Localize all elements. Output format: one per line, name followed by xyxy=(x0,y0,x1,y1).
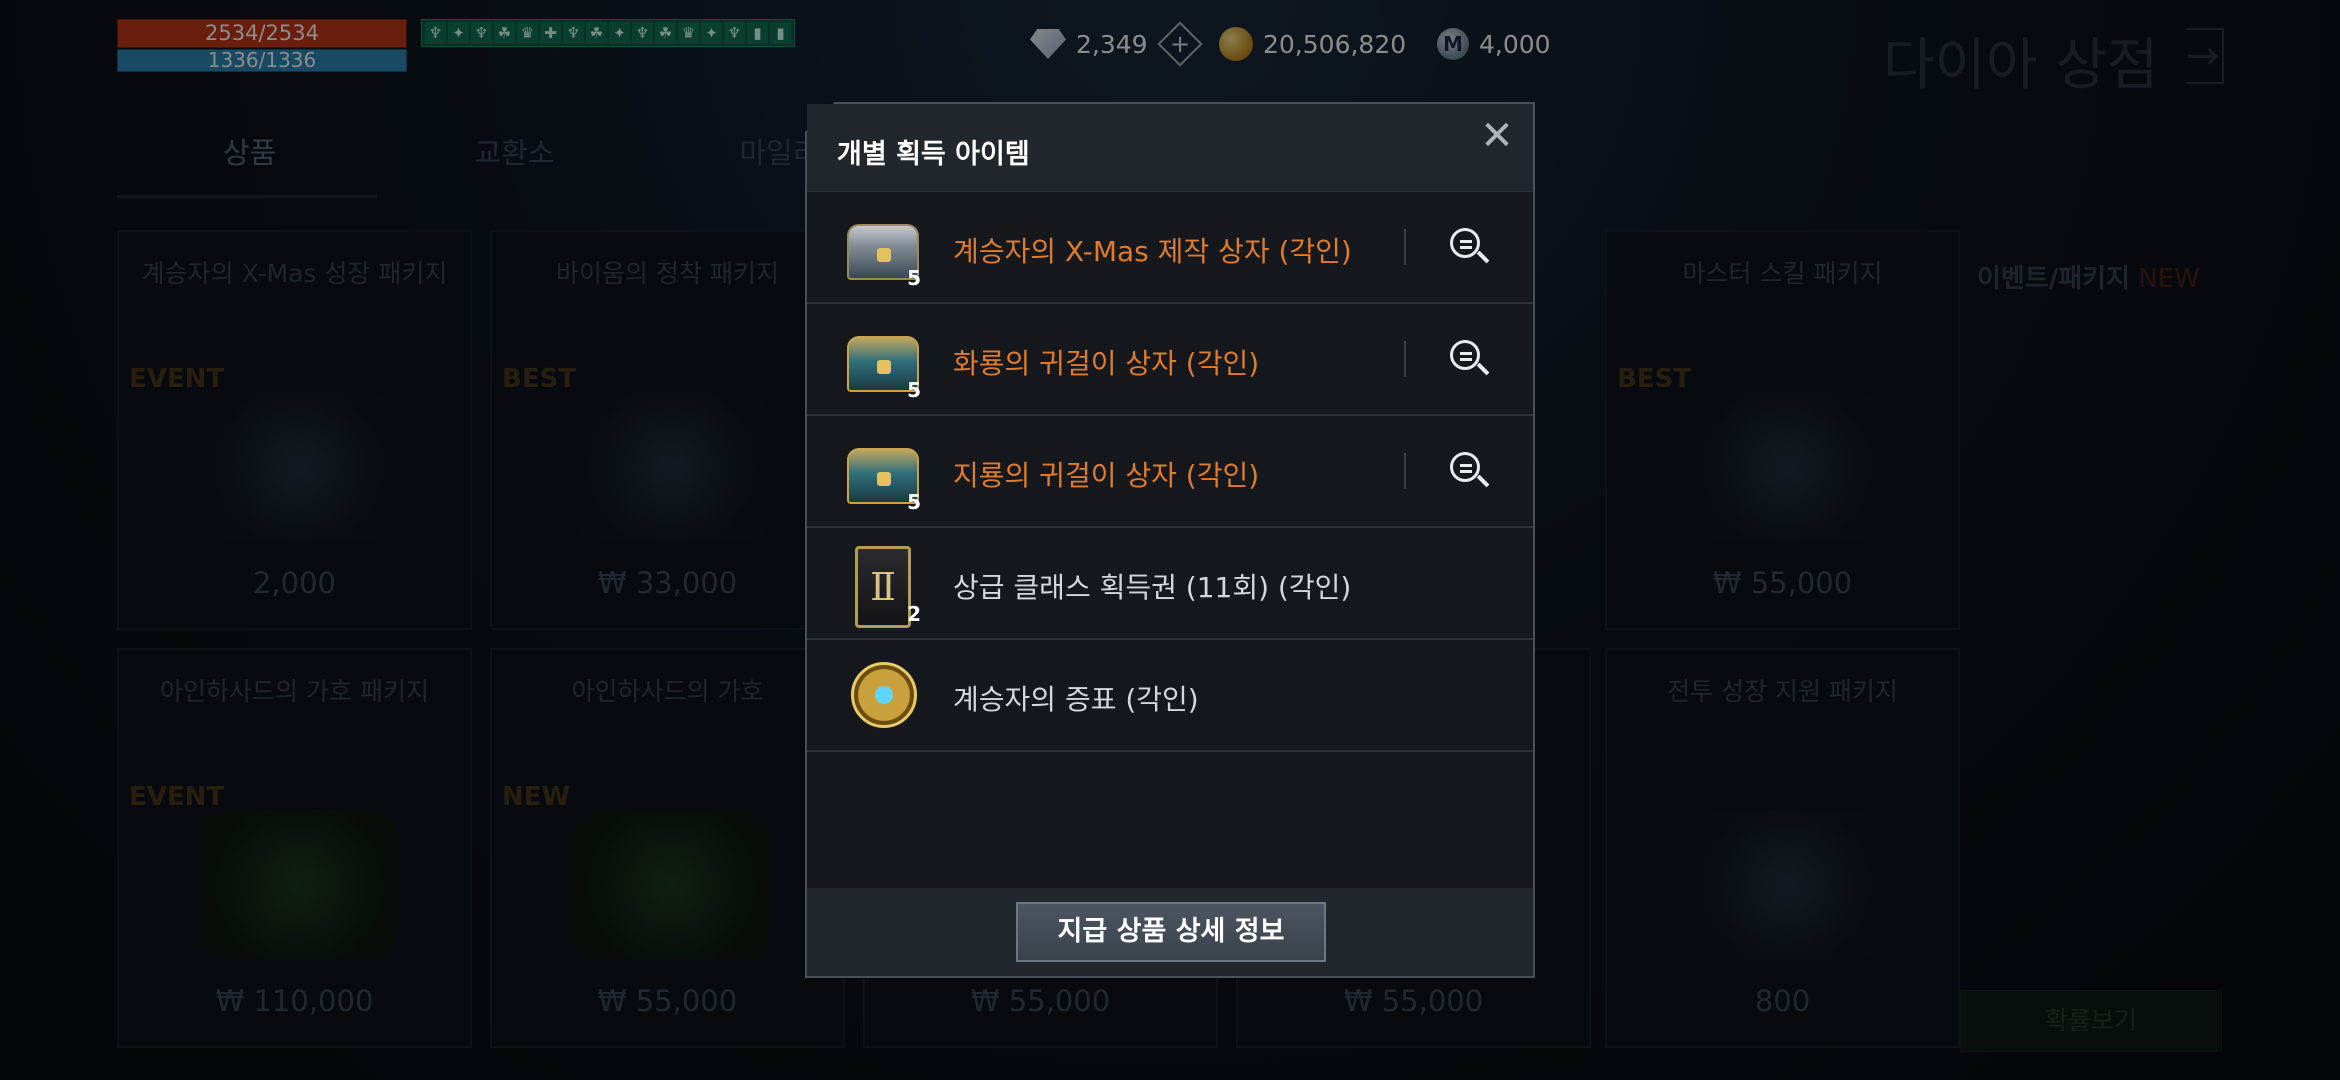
modal-header: 개별 획득 아이템 ✕ xyxy=(807,104,1533,192)
divider xyxy=(1404,453,1406,489)
list-item[interactable]: Ⅱ 2 상급 클래스 획득권 (11회) (각인) xyxy=(807,528,1533,640)
emblem-icon xyxy=(851,662,917,728)
modal-footer: 지급 상품 상세 정보 xyxy=(807,888,1533,976)
lens xyxy=(1450,228,1480,258)
item-name: 계승자의 증표 (각인) xyxy=(953,683,1199,716)
close-icon: ✕ xyxy=(1480,113,1514,159)
lens-handle xyxy=(1476,362,1490,376)
zoom-icon[interactable] xyxy=(1446,336,1492,382)
item-list: 5 계승자의 X-Mas 제작 상자 (각인) 5 화룡의 귀걸이 상자 (각인… xyxy=(807,192,1533,752)
item-name: 화룡의 귀걸이 상자 (각인) xyxy=(953,347,1260,380)
item-quantity: 5 xyxy=(907,266,921,290)
class-card-icon: Ⅱ xyxy=(855,546,911,628)
lens xyxy=(1450,340,1480,370)
detail-info-button[interactable]: 지급 상품 상세 정보 xyxy=(1016,902,1326,962)
divider xyxy=(1404,341,1406,377)
close-button[interactable]: ✕ xyxy=(1475,114,1519,158)
item-quantity: 2 xyxy=(907,602,921,626)
game-screen: 2534/2534 1336/1336 ♆ ✦ ♆ ☘ ♛ ✚ ♆ ☘ ✦ ♆ ☘ ♛ ✦ ♆ ▮ ▮ 2,3… xyxy=(0,0,2340,1080)
item-quantity: 5 xyxy=(907,490,921,514)
item-list-modal: 개별 획득 아이템 ✕ 5 계승자의 X-Mas 제작 상자 (각인) 5 화룡… xyxy=(805,102,1535,978)
modal-title: 개별 획득 아이템 xyxy=(837,139,1030,170)
chest-icon: 5 xyxy=(841,430,925,514)
chest-icon: 5 xyxy=(841,206,925,290)
divider xyxy=(1404,229,1406,265)
list-item[interactable]: 계승자의 증표 (각인) xyxy=(807,640,1533,752)
class-card-icon: Ⅱ 2 xyxy=(841,542,925,628)
lens-handle xyxy=(1476,250,1490,264)
emblem-icon xyxy=(841,654,925,738)
list-item[interactable]: 5 화룡의 귀걸이 상자 (각인) xyxy=(807,304,1533,416)
item-quantity: 5 xyxy=(907,378,921,402)
list-item[interactable]: 5 계승자의 X-Mas 제작 상자 (각인) xyxy=(807,192,1533,304)
zoom-icon[interactable] xyxy=(1446,224,1492,270)
lens-handle xyxy=(1476,474,1490,488)
zoom-icon[interactable] xyxy=(1446,448,1492,494)
item-name: 상급 클래스 획득권 (11회) (각인) xyxy=(953,571,1352,604)
item-name: 계승자의 X-Mas 제작 상자 (각인) xyxy=(953,235,1352,268)
lens xyxy=(1450,452,1480,482)
item-name: 지룡의 귀걸이 상자 (각인) xyxy=(953,459,1260,492)
chest-icon: 5 xyxy=(841,318,925,402)
list-item[interactable]: 5 지룡의 귀걸이 상자 (각인) xyxy=(807,416,1533,528)
